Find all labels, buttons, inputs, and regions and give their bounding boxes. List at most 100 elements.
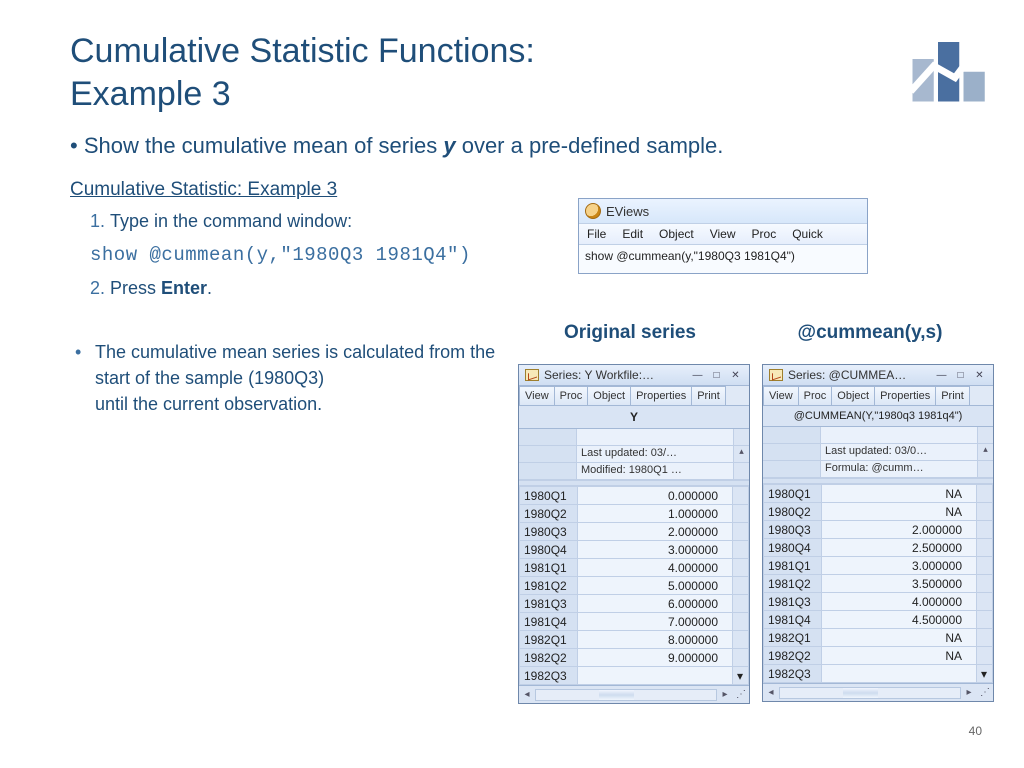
scroll-left-icon[interactable]: ◂ — [519, 689, 535, 700]
table-row: 1982Q2NA — [764, 647, 993, 665]
row-value: 6.000000 — [578, 595, 733, 613]
table-row: 1980Q42.500000 — [764, 539, 993, 557]
row-value: 9.000000 — [578, 649, 733, 667]
scroll-left-icon[interactable]: ◂ — [763, 687, 779, 698]
scroll-gutter[interactable] — [733, 487, 749, 505]
tab-object[interactable]: Object — [587, 386, 631, 405]
scroll-gutter[interactable] — [977, 485, 993, 503]
row-value — [578, 667, 733, 685]
row-label: 1981Q4 — [764, 611, 822, 629]
scroll-gutter[interactable] — [733, 505, 749, 523]
close-icon[interactable]: ✕ — [728, 369, 743, 382]
pane-titlebar[interactable]: Series: Y Workfile:… — □ ✕ — [519, 365, 749, 386]
label-original: Original series — [530, 322, 730, 344]
scroll-gutter[interactable] — [733, 577, 749, 595]
row-label: 1980Q4 — [764, 539, 822, 557]
scroll-gutter[interactable] — [733, 649, 749, 667]
scroll-gutter[interactable] — [733, 613, 749, 631]
menu-quick[interactable]: Quick — [784, 224, 831, 244]
menu-proc[interactable]: Proc — [744, 224, 785, 244]
scroll-gutter[interactable]: ▾ — [733, 667, 749, 685]
scroll-gutter[interactable] — [733, 631, 749, 649]
scroll-gutter[interactable] — [977, 539, 993, 557]
tab-object[interactable]: Object — [831, 386, 875, 405]
row-label: 1980Q2 — [520, 505, 578, 523]
scroll-gutter[interactable] — [977, 593, 993, 611]
scroll-gutter[interactable] — [733, 523, 749, 541]
pane-toolbar[interactable]: View Proc Object Properties Print — [763, 386, 993, 406]
hscrollbar[interactable]: ◂ ▸ ⋰ — [763, 683, 993, 701]
table-row: 1982Q18.000000 — [520, 631, 749, 649]
col-header: Y — [519, 406, 749, 429]
scroll-gutter[interactable] — [977, 575, 993, 593]
title-line1: Cumulative Statistic Functions: — [70, 32, 535, 70]
row-value: 3.000000 — [822, 557, 977, 575]
eviews-window: EViews File Edit Object View Proc Quick … — [578, 198, 868, 274]
eviews-title: EViews — [606, 204, 649, 219]
menu-edit[interactable]: Edit — [614, 224, 651, 244]
table-row: 1981Q36.000000 — [520, 595, 749, 613]
scroll-up-icon[interactable]: ▴ — [977, 444, 993, 460]
hscrollbar[interactable]: ◂ ▸ ⋰ — [519, 685, 749, 703]
scroll-up-icon[interactable]: ▴ — [733, 446, 749, 462]
table-row: 1980Q10.000000 — [520, 487, 749, 505]
scroll-gutter[interactable]: ▾ — [977, 665, 993, 683]
table-row: 1981Q23.500000 — [764, 575, 993, 593]
row-label: 1981Q3 — [764, 593, 822, 611]
menu-object[interactable]: Object — [651, 224, 702, 244]
row-label: 1982Q3 — [764, 665, 822, 683]
row-value: 3.500000 — [822, 575, 977, 593]
scroll-right-icon[interactable]: ▸ — [717, 689, 733, 700]
eviews-app-icon — [585, 203, 601, 219]
row-label: 1982Q1 — [520, 631, 578, 649]
minimize-icon[interactable]: — — [690, 369, 705, 382]
tab-print[interactable]: Print — [691, 386, 726, 405]
scroll-gutter[interactable] — [977, 647, 993, 665]
table-row: 1980Q43.000000 — [520, 541, 749, 559]
minimize-icon[interactable]: — — [934, 369, 949, 382]
pane-toolbar[interactable]: View Proc Object Properties Print — [519, 386, 749, 406]
scroll-gutter[interactable] — [977, 629, 993, 647]
scroll-thumb[interactable] — [733, 463, 749, 479]
scroll-gutter[interactable] — [733, 559, 749, 577]
pane-meta: Last updated: 03/0…▴ Formula: @cumm… — [763, 427, 993, 478]
tab-view[interactable]: View — [763, 386, 799, 405]
row-label: 1982Q3 — [520, 667, 578, 685]
scroll-right-icon[interactable]: ▸ — [961, 687, 977, 698]
scroll-gutter[interactable] — [733, 541, 749, 559]
row-label: 1980Q1 — [520, 487, 578, 505]
scroll-gutter[interactable] — [977, 611, 993, 629]
menu-file[interactable]: File — [579, 224, 614, 244]
scroll-thumb[interactable] — [977, 461, 993, 477]
tab-print[interactable]: Print — [935, 386, 970, 405]
tab-properties[interactable]: Properties — [630, 386, 692, 405]
table-row: 1980Q32.000000 — [764, 521, 993, 539]
row-value: 2.000000 — [822, 521, 977, 539]
row-value: 4.500000 — [822, 611, 977, 629]
tab-view[interactable]: View — [519, 386, 555, 405]
row-label: 1981Q2 — [764, 575, 822, 593]
row-label: 1980Q1 — [764, 485, 822, 503]
row-value: NA — [822, 629, 977, 647]
resize-grip-icon[interactable]: ⋰ — [733, 689, 749, 700]
menu-view[interactable]: View — [702, 224, 744, 244]
eviews-menubar[interactable]: File Edit Object View Proc Quick — [579, 223, 867, 245]
tab-properties[interactable]: Properties — [874, 386, 936, 405]
scroll-gutter[interactable] — [977, 503, 993, 521]
row-value — [822, 665, 977, 683]
pane-titlebar[interactable]: Series: @CUMMEA… — □ ✕ — [763, 365, 993, 386]
tab-proc[interactable]: Proc — [554, 386, 589, 405]
row-value: 4.000000 — [822, 593, 977, 611]
scroll-gutter[interactable] — [977, 557, 993, 575]
command-line[interactable]: show @cummean(y,"1980Q3 1981Q4") — [579, 245, 867, 273]
maximize-icon[interactable]: □ — [953, 369, 968, 382]
scroll-gutter[interactable] — [977, 521, 993, 539]
close-icon[interactable]: ✕ — [972, 369, 987, 382]
maximize-icon[interactable]: □ — [709, 369, 724, 382]
row-value: NA — [822, 485, 977, 503]
row-label: 1981Q3 — [520, 595, 578, 613]
scroll-gutter[interactable] — [733, 595, 749, 613]
tab-proc[interactable]: Proc — [798, 386, 833, 405]
row-value: NA — [822, 647, 977, 665]
resize-grip-icon[interactable]: ⋰ — [977, 687, 993, 698]
